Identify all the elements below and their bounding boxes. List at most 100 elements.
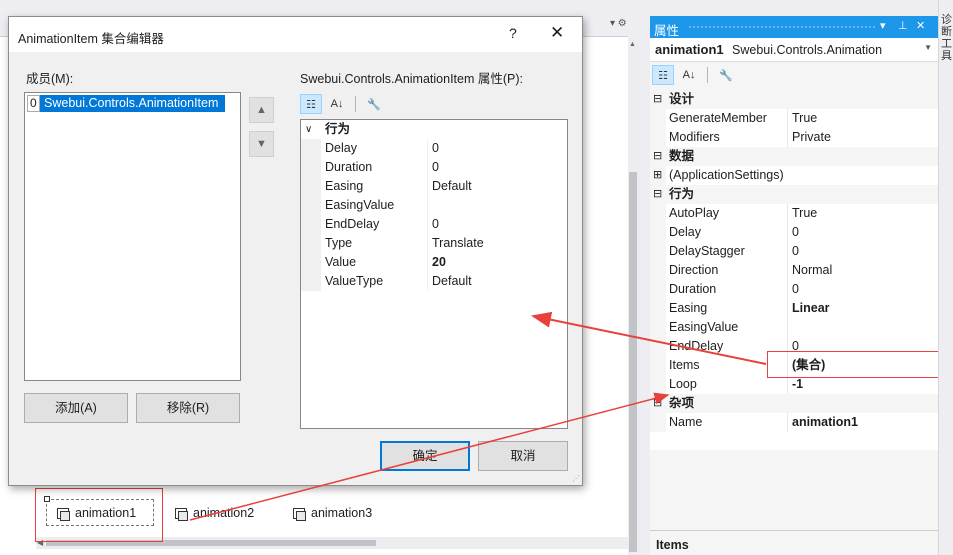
alphabetical-icon[interactable]: A↓	[326, 94, 348, 114]
property-row[interactable]: Duration 0	[650, 280, 938, 299]
property-value[interactable]: 0	[427, 158, 567, 177]
property-row[interactable]: Delay 0	[301, 139, 567, 158]
property-row[interactable]: Direction Normal	[650, 261, 938, 280]
collapse-icon[interactable]: ⊟	[653, 90, 662, 109]
dialog-property-grid[interactable]: ∨ 行为 Delay 0 Duration 0 Easing Default EasingV…	[300, 119, 568, 429]
alphabetical-icon[interactable]: A↓	[678, 65, 700, 85]
property-value[interactable]: Normal	[787, 261, 938, 280]
category-row[interactable]: ⊟ 设计	[650, 90, 938, 109]
tray-item-animation3[interactable]: animation3	[293, 506, 373, 521]
close-icon[interactable]: ✕	[550, 23, 564, 43]
add-button[interactable]: 添加(A)	[24, 393, 128, 423]
category-row[interactable]: ∨ 行为	[301, 120, 567, 139]
diagnostic-tools-tab[interactable]: 诊断工具	[941, 14, 953, 62]
cancel-button[interactable]: 取消	[478, 441, 568, 471]
chevron-down-icon[interactable]: ▼	[924, 43, 932, 52]
scroll-left-icon[interactable]: ◀	[37, 538, 43, 547]
remove-button[interactable]: 移除(R)	[136, 393, 240, 423]
category-row[interactable]: ⊟ 行为	[650, 185, 938, 204]
row-margin	[650, 413, 666, 432]
property-value[interactable]: 0	[787, 223, 938, 242]
categorized-icon[interactable]: ☷	[300, 94, 322, 114]
tray-item-label: animation3	[311, 506, 373, 520]
property-value[interactable]: Linear	[787, 299, 938, 318]
property-value[interactable]: 0	[427, 139, 567, 158]
property-row[interactable]: Modifiers Private	[650, 128, 938, 147]
property-value[interactable]: Translate	[427, 234, 567, 253]
dialog-titlebar[interactable]: AnimationItem 集合编辑器 ? ✕	[9, 17, 582, 52]
property-row[interactable]: EndDelay 0	[650, 337, 938, 356]
ok-button[interactable]: 确定	[380, 441, 470, 471]
property-row[interactable]: EasingValue	[650, 318, 938, 337]
property-row[interactable]: Loop -1	[650, 375, 938, 394]
property-value[interactable]: 0	[787, 280, 938, 299]
designer-vertical-scrollbar[interactable]: ▲	[628, 37, 638, 555]
tray-item-animation2[interactable]: animation2	[175, 506, 254, 521]
property-row[interactable]: Duration 0	[301, 158, 567, 177]
collapse-icon[interactable]: ⊟	[653, 185, 662, 204]
property-value[interactable]: Default	[427, 177, 567, 196]
drag-grip[interactable]	[688, 25, 876, 30]
dropdown-icon[interactable]: ▾	[880, 19, 886, 32]
designer-horizontal-scrollbar[interactable]: ◀	[36, 537, 628, 549]
scroll-thumb[interactable]	[629, 172, 637, 552]
property-grid[interactable]: ⊟ 设计 GenerateMember True Modifiers Private ⊟ 数据…	[650, 90, 938, 450]
property-row[interactable]: ValueType Default	[301, 272, 567, 291]
move-down-button[interactable]: ▼	[249, 131, 274, 157]
categorized-icon[interactable]: ☷	[652, 65, 674, 85]
property-value[interactable]: (集合)	[787, 356, 938, 375]
property-value[interactable]: 0	[787, 242, 938, 261]
members-listbox[interactable]: 0 Swebui.Controls.AnimationItem	[24, 92, 241, 381]
description-title: Items	[656, 538, 689, 552]
row-margin	[650, 337, 666, 356]
row-margin	[301, 234, 321, 253]
property-row[interactable]: EndDelay 0	[301, 215, 567, 234]
property-row[interactable]: DelayStagger 0	[650, 242, 938, 261]
category-row[interactable]: ⊟ 杂项	[650, 394, 938, 413]
property-name: Easing	[325, 179, 364, 193]
collapse-icon[interactable]: ∨	[305, 120, 312, 139]
property-row[interactable]: ⊞ (ApplicationSettings)	[650, 166, 938, 185]
property-row[interactable]: EasingValue	[301, 196, 567, 215]
list-item[interactable]: 0 Swebui.Controls.AnimationItem	[27, 95, 226, 112]
property-value[interactable]: 0	[427, 215, 567, 234]
property-row[interactable]: Easing Default	[301, 177, 567, 196]
property-row[interactable]: Items (集合)	[650, 356, 938, 375]
property-value[interactable]: Default	[427, 272, 567, 291]
scroll-thumb[interactable]	[46, 540, 376, 546]
scroll-up-icon[interactable]: ▲	[629, 41, 636, 48]
expand-icon[interactable]: ⊞	[650, 166, 666, 185]
property-row[interactable]: AutoPlay True	[650, 204, 938, 223]
component-icon	[175, 507, 189, 521]
property-value[interactable]: 0	[787, 337, 938, 356]
property-value[interactable]: 20	[427, 253, 567, 272]
property-value[interactable]	[427, 196, 567, 215]
property-value[interactable]	[787, 318, 938, 337]
property-row[interactable]: Type Translate	[301, 234, 567, 253]
properties-titlebar[interactable]: 属性 ▾ ⊥ ✕	[650, 16, 938, 38]
property-value[interactable]: animation1	[787, 413, 938, 432]
collapse-icon[interactable]: ⊟	[653, 394, 662, 413]
object-selector[interactable]: animation1 Swebui.Controls.Animation ▼	[650, 38, 938, 62]
category-row[interactable]: ⊟ 数据	[650, 147, 938, 166]
property-row[interactable]: Name animation1	[650, 413, 938, 432]
help-button[interactable]: ?	[509, 25, 517, 41]
vs-toolbar-icons[interactable]: ▾ ⚙	[610, 18, 627, 29]
property-value[interactable]: True	[787, 109, 938, 128]
property-row[interactable]: Delay 0	[650, 223, 938, 242]
property-row[interactable]: Value 20	[301, 253, 567, 272]
wrench-icon[interactable]: 🔧	[715, 65, 737, 85]
property-value[interactable]: Private	[787, 128, 938, 147]
tray-item-animation1[interactable]: animation1	[57, 506, 136, 521]
move-up-button[interactable]: ▲	[249, 97, 274, 123]
pin-icon[interactable]: ⊥	[898, 19, 908, 32]
property-row[interactable]: GenerateMember True	[650, 109, 938, 128]
property-value[interactable]: True	[787, 204, 938, 223]
resize-grip-icon[interactable]: ⋰	[572, 474, 580, 483]
wrench-icon[interactable]: 🔧	[363, 94, 385, 114]
selection-handle[interactable]	[44, 496, 50, 502]
collapse-icon[interactable]: ⊟	[653, 147, 662, 166]
property-value[interactable]: -1	[787, 375, 938, 394]
property-row[interactable]: Easing Linear	[650, 299, 938, 318]
close-icon[interactable]: ✕	[916, 19, 925, 32]
